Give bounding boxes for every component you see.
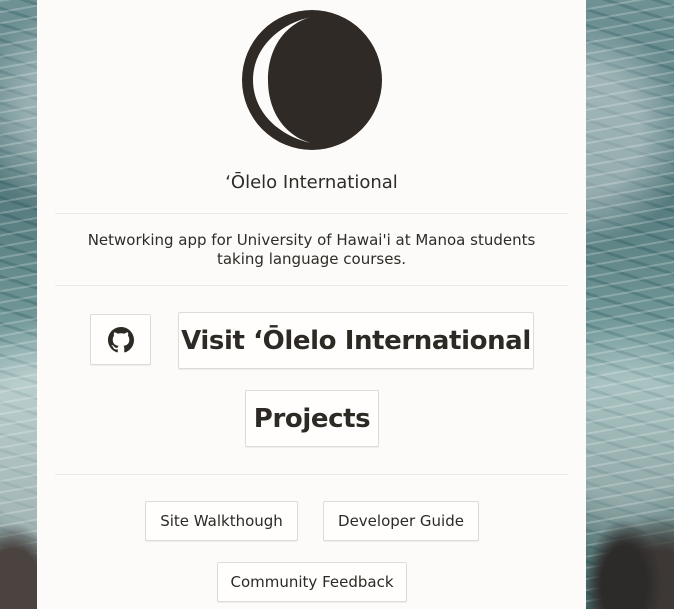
section-divider <box>55 213 568 214</box>
developer-guide-button[interactable]: Developer Guide <box>323 501 479 541</box>
logo <box>239 7 385 153</box>
section-divider <box>55 285 568 286</box>
right-rock <box>574 499 674 609</box>
github-icon <box>107 326 134 352</box>
crescent-moon-logo-icon <box>242 10 382 150</box>
project-card: ʻŌlelo International Networking app for … <box>37 0 586 609</box>
community-feedback-button[interactable]: Community Feedback <box>217 562 407 602</box>
site-title: ʻŌlelo International <box>225 172 398 193</box>
projects-button[interactable]: Projects <box>245 390 379 447</box>
github-button[interactable] <box>90 314 151 365</box>
site-description: Networking app for University of Hawai'i… <box>87 231 536 268</box>
section-divider <box>55 474 568 475</box>
visit-site-button[interactable]: Visit ʻŌlelo International <box>178 312 534 369</box>
site-walkthrough-button[interactable]: Site Walkthough <box>145 501 298 541</box>
